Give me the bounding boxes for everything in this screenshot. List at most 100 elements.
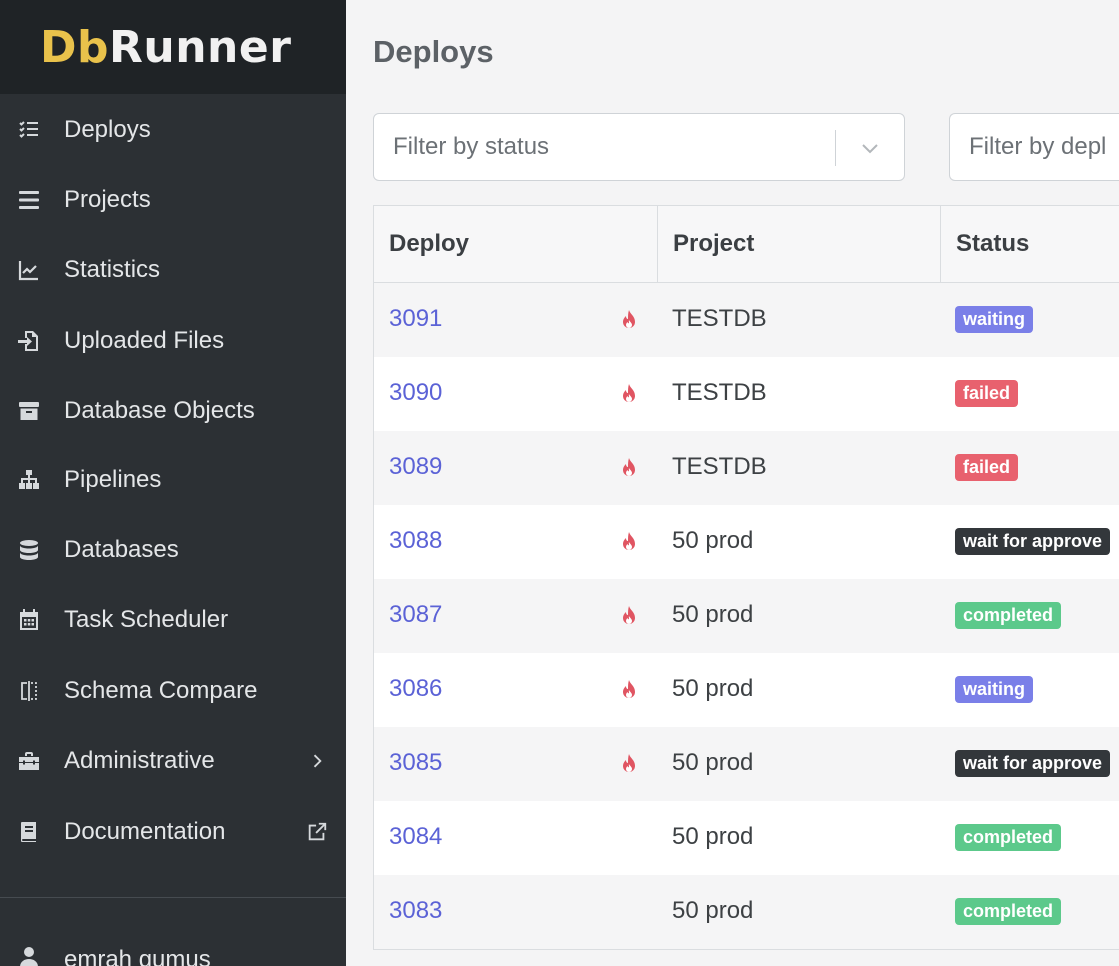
sidebar-item-label: Administrative <box>64 747 215 774</box>
status-badge: completed <box>955 602 1062 629</box>
deploy-filter-placeholder: Filter by depl <box>969 133 1107 160</box>
sidebar-item-statistics[interactable]: Statistics <box>0 240 346 300</box>
sidebar-item-label: Database Objects <box>64 397 255 424</box>
column-header-project[interactable]: Project <box>658 206 941 282</box>
column-header-deploy[interactable]: Deploy <box>374 206 658 282</box>
table-row[interactable]: 3086 50 prod waiting <box>374 653 1119 727</box>
archive-box-icon <box>15 397 43 425</box>
deploy-id-link[interactable]: 3084 <box>389 823 442 851</box>
sidebar-item-label: Uploaded Files <box>64 327 225 354</box>
fire-icon <box>620 309 638 331</box>
deploy-filter-input[interactable]: Filter by depl <box>949 113 1119 181</box>
book-icon <box>15 818 43 846</box>
user-name: emrah gumus <box>64 946 211 966</box>
compare-columns-icon <box>15 677 43 705</box>
brand-logo[interactable]: Db Runner <box>0 0 346 94</box>
fire-icon <box>620 531 638 553</box>
status-filter-select[interactable]: Filter by status <box>373 113 905 181</box>
deploys-table: Deploy Project Status 3091 TESTDB waiting 3… <box>373 205 1119 950</box>
deploy-id-link[interactable]: 3086 <box>389 675 442 703</box>
sidebar-item-pipelines[interactable]: Pipelines <box>0 450 346 510</box>
fire-icon <box>620 679 638 701</box>
sidebar-item-label: Task Scheduler <box>64 606 229 633</box>
table-row[interactable]: 3088 50 prod wait for approve <box>374 505 1119 579</box>
table-row[interactable]: 3083 50 prod completed <box>374 875 1119 949</box>
sidebar: Db Runner Deploys Projects Statistics Upl <box>0 0 346 966</box>
project-name: 50 prod <box>672 749 754 776</box>
project-name: TESTDB <box>672 305 767 332</box>
column-header-status[interactable]: Status <box>941 206 1119 282</box>
bars-icon <box>15 186 43 214</box>
sidebar-item-label: Statistics <box>64 256 161 283</box>
toolbox-icon <box>15 747 43 775</box>
sidebar-item-task-scheduler[interactable]: Task Scheduler <box>0 590 346 650</box>
user-menu[interactable]: emrah gumus <box>0 930 346 966</box>
sidebar-item-uploaded-files[interactable]: Uploaded Files <box>0 311 346 371</box>
sidebar-item-label: Databases <box>64 536 179 563</box>
file-import-icon <box>15 327 43 355</box>
sidebar-item-label: Projects <box>64 186 151 213</box>
sidebar-item-databases[interactable]: Databases <box>0 520 346 580</box>
main-content: Deploys Filter by status Filter by depl … <box>346 0 1119 966</box>
deploy-id-link[interactable]: 3090 <box>389 379 442 407</box>
sidebar-item-documentation[interactable]: Documentation <box>0 802 346 862</box>
table-header: Deploy Project Status <box>374 206 1119 283</box>
sidebar-item-database-objects[interactable]: Database Objects <box>0 381 346 441</box>
sidebar-item-label: Pipelines <box>64 466 162 493</box>
fire-icon <box>620 605 638 627</box>
fire-icon <box>620 457 638 479</box>
sidebar-item-projects[interactable]: Projects <box>0 170 346 230</box>
chevron-down-icon[interactable] <box>858 136 882 160</box>
chart-line-icon <box>15 256 43 284</box>
deploy-id-link[interactable]: 3089 <box>389 453 442 481</box>
status-badge: completed <box>955 898 1062 925</box>
user-icon <box>15 942 43 966</box>
calendar-icon <box>15 606 43 634</box>
table-body: 3091 TESTDB waiting 3090 TESTDB failed 3089 TES… <box>374 283 1119 949</box>
status-badge: failed <box>955 380 1019 407</box>
select-separator <box>835 130 836 166</box>
status-filter-placeholder: Filter by status <box>393 133 550 160</box>
status-badge: waiting <box>955 676 1033 703</box>
deploy-id-link[interactable]: 3085 <box>389 749 442 777</box>
sidebar-item-schema-compare[interactable]: Schema Compare <box>0 661 346 721</box>
fire-icon <box>620 383 638 405</box>
table-row[interactable]: 3089 TESTDB failed <box>374 431 1119 505</box>
deploy-id-link[interactable]: 3087 <box>389 601 442 629</box>
brand-logo-runner: Runner <box>109 21 292 73</box>
deploy-id-link[interactable]: 3083 <box>389 897 442 925</box>
status-badge: failed <box>955 454 1019 481</box>
project-name: TESTDB <box>672 379 767 406</box>
status-badge: completed <box>955 824 1062 851</box>
chevron-right-icon <box>306 750 328 772</box>
sidebar-item-administrative[interactable]: Administrative <box>0 731 346 791</box>
deploy-id-link[interactable]: 3091 <box>389 305 442 333</box>
sidebar-item-label: Schema Compare <box>64 677 258 704</box>
table-row[interactable]: 3091 TESTDB waiting <box>374 283 1119 357</box>
project-name: 50 prod <box>672 897 754 924</box>
project-name: 50 prod <box>672 675 754 702</box>
table-row[interactable]: 3084 50 prod completed <box>374 801 1119 875</box>
fire-icon <box>620 753 638 775</box>
deploy-id-link[interactable]: 3088 <box>389 527 442 555</box>
table-row[interactable]: 3090 TESTDB failed <box>374 357 1119 431</box>
table-row[interactable]: 3085 50 prod wait for approve <box>374 727 1119 801</box>
project-name: TESTDB <box>672 453 767 480</box>
page-title: Deploys <box>373 34 494 69</box>
project-name: 50 prod <box>672 601 754 628</box>
table-row[interactable]: 3087 50 prod completed <box>374 579 1119 653</box>
external-link-icon <box>306 821 328 843</box>
brand-logo-db: Db <box>40 21 110 73</box>
status-badge: wait for approve <box>955 750 1111 777</box>
sidebar-item-label: Deploys <box>64 116 151 143</box>
status-badge: wait for approve <box>955 528 1111 555</box>
project-name: 50 prod <box>672 527 754 554</box>
sidebar-item-deploys[interactable]: Deploys <box>0 100 346 160</box>
sidebar-divider <box>0 897 346 898</box>
app-window: Db Runner Deploys Projects Statistics Upl <box>0 0 1119 966</box>
database-icon <box>15 536 43 564</box>
sidebar-item-label: Documentation <box>64 818 226 845</box>
list-check-icon <box>15 116 43 144</box>
sitemap-icon <box>15 466 43 494</box>
project-name: 50 prod <box>672 823 754 850</box>
